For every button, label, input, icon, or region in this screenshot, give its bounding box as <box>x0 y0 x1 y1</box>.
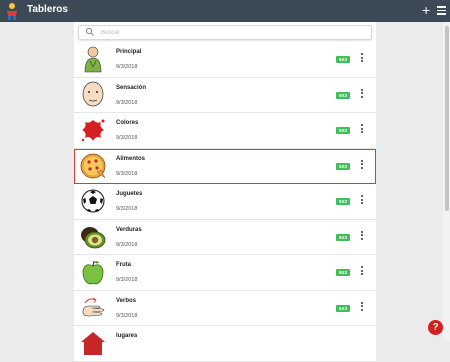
board-date: 9/3/2018 <box>116 135 138 141</box>
board-name: Verduras <box>116 226 142 233</box>
more-options-icon[interactable] <box>359 195 365 207</box>
grid-size-badge: 5X3 <box>336 56 350 63</box>
face-icon <box>82 81 104 106</box>
more-options-icon[interactable] <box>359 266 365 278</box>
avocado-icon <box>81 226 106 248</box>
apple-icon <box>82 260 104 285</box>
board-row-lugares[interactable]: lugares <box>74 326 376 362</box>
board-list: Principal 9/3/2018 5X3 Sensación 9/3/201… <box>74 42 376 362</box>
more-options-icon[interactable] <box>359 301 365 314</box>
grid-size-badge: 5X3 <box>336 91 350 99</box>
board-name: Colores <box>116 120 139 126</box>
pizza-icon <box>80 153 106 178</box>
sign-hands-icon <box>82 297 105 316</box>
grid-size-badge: 5X3 <box>336 269 350 276</box>
more-options-icon[interactable] <box>359 124 365 136</box>
add-board-button[interactable]: + <box>422 2 430 18</box>
board-row-verduras[interactable]: Verduras 9/3/2018 5X3 <box>74 219 376 255</box>
scrollbar-thumb[interactable] <box>445 26 449 211</box>
board-row-verbos[interactable]: Verbos 9/3/2018 5X3 <box>74 290 376 326</box>
board-row-sensacion[interactable]: Sensación 9/3/2018 5X3 <box>74 77 376 113</box>
house-icon <box>81 332 105 355</box>
board-row-fruta[interactable]: Fruta 9/3/2018 5X3 <box>74 255 376 291</box>
grid-size-badge: 5X3 <box>336 127 350 134</box>
board-date: 9/3/2018 <box>116 206 138 212</box>
paint-splash-icon <box>81 119 105 142</box>
grid-size-badge: 5X3 <box>336 233 350 241</box>
board-name: Fruta <box>116 262 131 268</box>
more-options-icon[interactable] <box>359 88 365 101</box>
more-options-icon[interactable] <box>359 230 365 243</box>
board-name: Sensación <box>116 84 147 91</box>
soccer-ball-icon <box>81 189 105 213</box>
search-icon <box>85 27 94 36</box>
board-date: 9/3/2018 <box>116 277 138 283</box>
board-date: 9/3/2018 <box>116 312 138 319</box>
more-options-icon[interactable] <box>359 159 365 172</box>
board-date: 9/3/2018 <box>116 170 138 177</box>
board-date: 9/3/2018 <box>116 99 138 106</box>
board-name: lugares <box>116 333 138 339</box>
board-row-juguetes[interactable]: Juguetes 9/3/2018 5X3 <box>74 184 376 220</box>
board-name: Principal <box>116 49 142 55</box>
board-row-colores[interactable]: Colores 9/3/2018 5X3 <box>74 113 376 149</box>
more-options-icon[interactable] <box>359 53 365 65</box>
grid-size-badge: 5X3 <box>336 162 350 170</box>
grid-size-badge: 5X3 <box>336 198 350 205</box>
board-name: Alimentos <box>116 155 146 162</box>
board-date: 9/3/2018 <box>116 241 138 248</box>
board-name: Juguetes <box>116 191 143 197</box>
app-title: Tableros <box>27 4 68 15</box>
search-input[interactable] <box>101 26 361 39</box>
board-row-principal[interactable]: Principal 9/3/2018 5X3 <box>74 42 376 78</box>
app-logo-icon <box>7 3 17 20</box>
hamburger-icon[interactable] <box>437 6 446 15</box>
board-name: Verbos <box>116 297 137 304</box>
search-box[interactable] <box>78 25 372 40</box>
help-button[interactable]: ? <box>428 320 443 335</box>
grid-size-badge: 5X3 <box>336 304 350 312</box>
board-row-alimentos[interactable]: Alimentos 9/3/2018 5X3 <box>74 148 376 184</box>
board-date: 9/3/2018 <box>116 64 138 70</box>
top-bar: Tableros + <box>0 0 450 22</box>
person-icon <box>84 46 102 73</box>
